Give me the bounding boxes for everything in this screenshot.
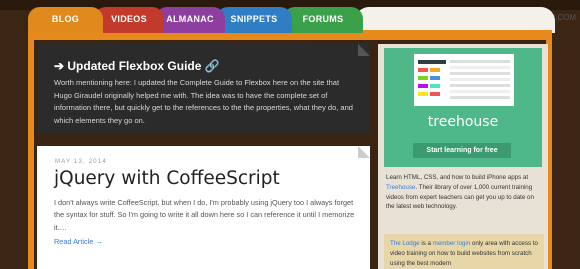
- tab-blog[interactable]: BLOG: [28, 7, 103, 33]
- post-title-link[interactable]: jQuery with CoffeeScript: [54, 168, 280, 189]
- tab-almanac[interactable]: ALMANAC: [155, 7, 225, 33]
- lodge-promo: The Lodge is a member login only area wi…: [384, 234, 544, 269]
- tab-videos[interactable]: VIDEOS: [94, 7, 164, 33]
- sidebar-description: Learn HTML, CSS, and how to build iPhone…: [386, 174, 534, 211]
- member-login-link[interactable]: member login: [433, 240, 471, 247]
- start-learning-button[interactable]: Start learning for free: [413, 143, 511, 158]
- corner-fold: [358, 44, 370, 56]
- post-title-link[interactable]: ➔ Updated Flexbox Guide 🔗: [54, 59, 220, 73]
- treehouse-link[interactable]: Treehouse: [386, 184, 415, 191]
- corner-fold: [358, 146, 370, 158]
- the-lodge-link[interactable]: The Lodge: [390, 240, 420, 247]
- post-date: MAY 13, 2014: [55, 159, 107, 165]
- post-card-flexbox: ➔ Updated Flexbox Guide 🔗 Worth mentioni…: [37, 44, 370, 133]
- tab-snippets[interactable]: SNIPPETS: [216, 7, 292, 33]
- post-excerpt: I don't always write CoffeeScript, but w…: [54, 198, 355, 232]
- ad-screenshot-image: [414, 54, 514, 106]
- page: 思缘设计论坛 www.MISSYUAN.COM FORUMS SNIPPETS …: [0, 0, 580, 269]
- post-excerpt: Worth mentioning here: I updated the Com…: [54, 78, 353, 125]
- treehouse-ad[interactable]: treehouse Start learning for free: [384, 48, 542, 167]
- tab-forums[interactable]: FORUMS: [283, 7, 363, 33]
- treehouse-logo: treehouse: [427, 114, 499, 130]
- post-card-jquery: MAY 13, 2014 jQuery with CoffeeScript I …: [37, 146, 370, 269]
- read-article-link[interactable]: Read Article →: [54, 237, 103, 246]
